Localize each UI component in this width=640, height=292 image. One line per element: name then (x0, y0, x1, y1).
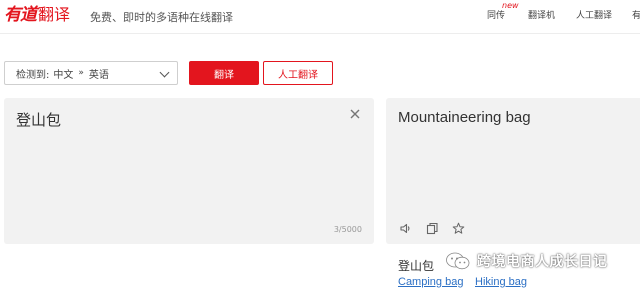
lang-arrow: » (78, 68, 84, 78)
input-panel[interactable]: 登山包 3/5000 (4, 98, 374, 244)
new-badge: new (502, 1, 519, 10)
star-icon[interactable] (452, 222, 465, 235)
related-link[interactable]: Camping bag (398, 276, 463, 288)
lang-detected-label: 检测到: (16, 69, 50, 81)
language-select[interactable]: 检测到: 中文 » 英语 (4, 61, 178, 85)
logo-product: 翻译 (38, 5, 71, 24)
copy-icon[interactable] (426, 222, 439, 235)
close-icon[interactable] (348, 107, 362, 121)
chevron-down-icon (159, 67, 170, 78)
output-panel: Mountaineering bag (386, 98, 640, 244)
speaker-icon[interactable] (399, 222, 412, 235)
source-text-input[interactable]: 登山包 (16, 109, 61, 130)
top-header: 有道 翻译 免费、即时的多语种在线翻译 同传 new 翻译机 人工翻译 有 (0, 0, 640, 34)
logo-brand: 有道 (4, 5, 37, 25)
watermark: 跨境电商人成长日记 (445, 251, 608, 271)
translation-output: Mountaineering bag (398, 109, 531, 126)
wechat-logo-icon (446, 252, 470, 270)
related-link[interactable]: Hiking bag (475, 276, 527, 288)
youdao-logo[interactable]: 有道 翻译 (4, 3, 70, 25)
watermark-text: 跨境电商人成长日记 (477, 254, 608, 270)
nav-human-translation[interactable]: 人工翻译 (576, 8, 612, 21)
lang-from: 中文 (53, 69, 74, 81)
slogan: 免费、即时的多语种在线翻译 (90, 11, 233, 24)
lang-to: 英语 (88, 69, 109, 81)
human-translate-button[interactable]: 人工翻译 (263, 61, 333, 85)
translate-button[interactable]: 翻译 (189, 61, 259, 85)
nav-more[interactable]: 有 (632, 8, 640, 21)
nav-translator-device[interactable]: 翻译机 (528, 8, 555, 21)
dict-word: 登山包 (398, 259, 435, 273)
char-count: 3/5000 (333, 225, 362, 234)
